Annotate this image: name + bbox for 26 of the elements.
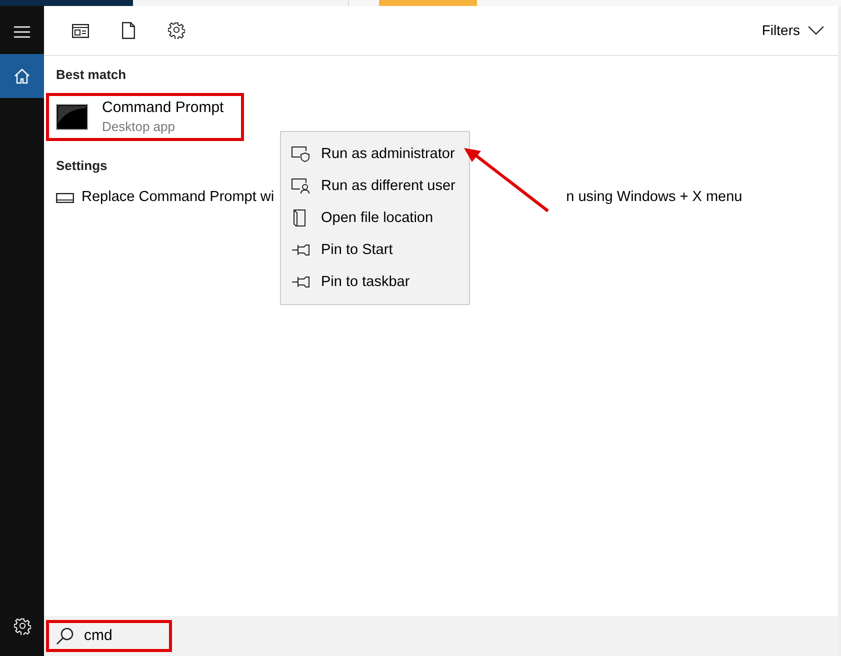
document-icon[interactable] (122, 22, 134, 39)
window-icon[interactable] (72, 24, 88, 38)
search-result[interactable]: Command Prompt Desktop app (46, 92, 244, 140)
terminal-icon (56, 104, 88, 130)
hamburger-icon (14, 26, 30, 38)
pin-icon (291, 244, 311, 256)
home-button[interactable] (0, 54, 44, 98)
search-icon (56, 627, 74, 645)
search-field[interactable]: cmd (84, 624, 144, 648)
section-heading: Best match (55, 66, 126, 84)
shield-monitor-icon (291, 146, 311, 162)
menu-item[interactable]: Open file location (281, 202, 469, 234)
filters-dropdown[interactable]: Filters (762, 20, 824, 41)
setting-link[interactable]: Replace Command Prompt wi (82, 187, 274, 209)
pin-icon (291, 276, 311, 288)
setting-link[interactable]: n using Windows + X menu (566, 187, 742, 209)
menu-item[interactable]: Run as administrator (281, 138, 469, 170)
menu-item[interactable]: Pin to taskbar (281, 266, 469, 298)
home-icon (14, 68, 30, 84)
menu-item[interactable]: Run as different user (281, 170, 469, 202)
chevron-down-icon (808, 26, 824, 35)
user-monitor-icon (291, 178, 311, 194)
settings-icon[interactable] (168, 22, 184, 39)
display-icon (56, 192, 74, 203)
menu-item[interactable]: Pin to Start (281, 234, 469, 266)
section-heading: Settings (55, 156, 108, 175)
